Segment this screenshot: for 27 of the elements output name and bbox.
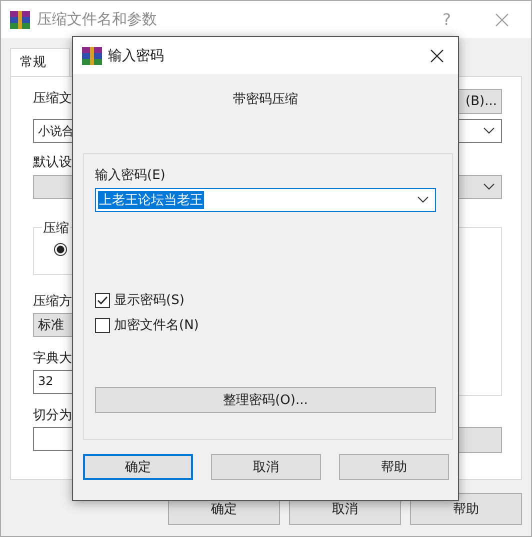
window-title: 压缩文件名和参数 <box>37 10 157 29</box>
radio-button[interactable] <box>54 243 67 256</box>
password-text: 上老王论坛当老王 <box>98 191 204 209</box>
tab[interactable]: 常规 <box>10 48 70 76</box>
field-label: 切分为 <box>33 407 72 424</box>
checkbox-label: 显示密码(S) <box>114 292 184 309</box>
close-icon[interactable] <box>430 48 444 62</box>
field-label: 字典大 <box>33 350 72 367</box>
checkbox[interactable] <box>95 292 110 308</box>
field-label: 压缩方 <box>33 293 72 310</box>
dialog-title: 输入密码 <box>108 46 164 64</box>
chevron-down-icon[interactable] <box>483 127 495 135</box>
dialog-button[interactable]: 确定 <box>83 454 193 480</box>
checkbox[interactable] <box>95 318 110 332</box>
books-icon <box>82 46 102 64</box>
chevron-down-icon[interactable] <box>417 196 429 204</box>
password-field[interactable]: 上老王论坛当老王 <box>95 188 436 212</box>
dialog-heading: 带密码压缩 <box>233 91 298 108</box>
dialog-button[interactable]: 帮助 <box>339 454 449 480</box>
books-icon <box>10 10 30 28</box>
checkbox-label: 加密文件名(N) <box>114 317 199 334</box>
manage-passwords-button[interactable]: 整理密码(O)... <box>95 387 436 413</box>
field-label: 默认设 <box>33 154 72 171</box>
field-label: 压缩文 <box>33 90 72 107</box>
field-label: 输入密码(E) <box>95 167 166 184</box>
chevron-down-icon[interactable] <box>483 183 495 191</box>
dialog-button[interactable]: 取消 <box>211 454 321 480</box>
